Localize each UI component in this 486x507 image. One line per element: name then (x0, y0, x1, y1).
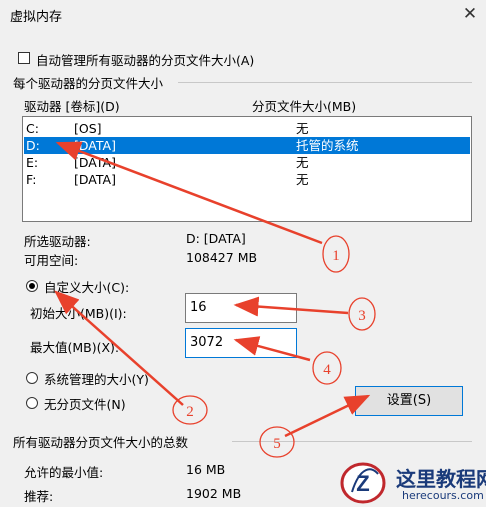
drive-letter: D: (26, 138, 40, 153)
drive-letter: F: (26, 172, 37, 187)
annotation-number-2: 2 (186, 404, 194, 420)
drive-column-header: 驱动器 [卷标](D) (24, 99, 120, 114)
per-drive-group-label: 每个驱动器的分页文件大小 (13, 76, 164, 91)
custom-size-label: 自定义大小(C): (44, 280, 130, 295)
watermark-en: herecours.com (402, 489, 484, 502)
watermark-logo-letter: Z (356, 471, 369, 496)
watermark-logo: Z (340, 462, 386, 504)
max-size-label: 最大值(MB)(X): (30, 340, 120, 355)
annotation-number-5: 5 (273, 436, 281, 452)
drive-row-f[interactable]: F: [DATA] 无 (24, 171, 470, 188)
drive-size: 托管的系统 (296, 138, 359, 153)
drive-label: [DATA] (74, 172, 116, 187)
annotation-circle-2 (172, 395, 208, 425)
drive-listbox[interactable]: C: [OS] 无 D: [DATA] 托管的系统 E: [DATA] 无 F:… (22, 116, 472, 222)
drive-size: 无 (296, 172, 309, 187)
system-managed-label: 系统管理的大小(Y) (44, 372, 149, 387)
annotation-circle-1 (322, 235, 350, 273)
drive-row-c[interactable]: C: [OS] 无 (24, 120, 470, 137)
system-managed-radio[interactable] (26, 372, 38, 384)
annotation-circle-3 (348, 297, 376, 331)
watermark-cn: 这里教程网 (396, 467, 486, 491)
size-column-header: 分页文件大小(MB) (252, 99, 357, 114)
selected-drive-value: D: [DATA] (186, 231, 246, 246)
annotation-number-3: 3 (358, 308, 366, 324)
set-button[interactable]: 设置(S) (355, 386, 463, 416)
window-title: 虚拟内存 (10, 10, 63, 25)
annotation-circle-4 (312, 351, 342, 385)
auto-manage-label: 自动管理所有驱动器的分页文件大小(A) (36, 53, 255, 68)
no-paging-radio[interactable] (26, 397, 38, 409)
recommended-label: 推荐: (24, 489, 54, 504)
annotation-number-1: 1 (332, 248, 340, 264)
min-allowed-value: 16 MB (186, 462, 226, 477)
annotation-circle-5 (259, 426, 295, 458)
free-space-label: 可用空间: (24, 253, 79, 268)
custom-size-radio[interactable] (26, 280, 38, 292)
drive-row-e[interactable]: E: [DATA] 无 (24, 154, 470, 171)
drive-letter: C: (26, 121, 39, 136)
initial-size-input[interactable]: 16 (185, 293, 297, 323)
close-icon[interactable]: ✕ (458, 0, 482, 28)
initial-size-label: 初始大小(MB)(I): (30, 306, 127, 321)
selected-drive-label: 所选驱动器: (24, 234, 91, 249)
drive-label: [OS] (74, 121, 102, 136)
annotation-number-4: 4 (323, 362, 331, 378)
drive-label: [DATA] (74, 138, 116, 153)
recommended-value: 1902 MB (186, 486, 242, 501)
drive-size: 无 (296, 121, 309, 136)
no-paging-label: 无分页文件(N) (44, 397, 126, 412)
auto-manage-checkbox[interactable] (18, 52, 30, 64)
drive-label: [DATA] (74, 155, 116, 170)
drive-letter: E: (26, 155, 39, 170)
drive-size: 无 (296, 155, 309, 170)
min-allowed-label: 允许的最小值: (24, 465, 104, 480)
totals-group-label: 所有驱动器分页文件大小的总数 (13, 435, 189, 450)
totals-divider (232, 441, 472, 442)
drive-row-d[interactable]: D: [DATA] 托管的系统 (24, 137, 470, 154)
free-space-value: 108427 MB (186, 250, 258, 265)
group-divider (178, 82, 472, 83)
max-size-input[interactable]: 3072 (185, 328, 297, 358)
